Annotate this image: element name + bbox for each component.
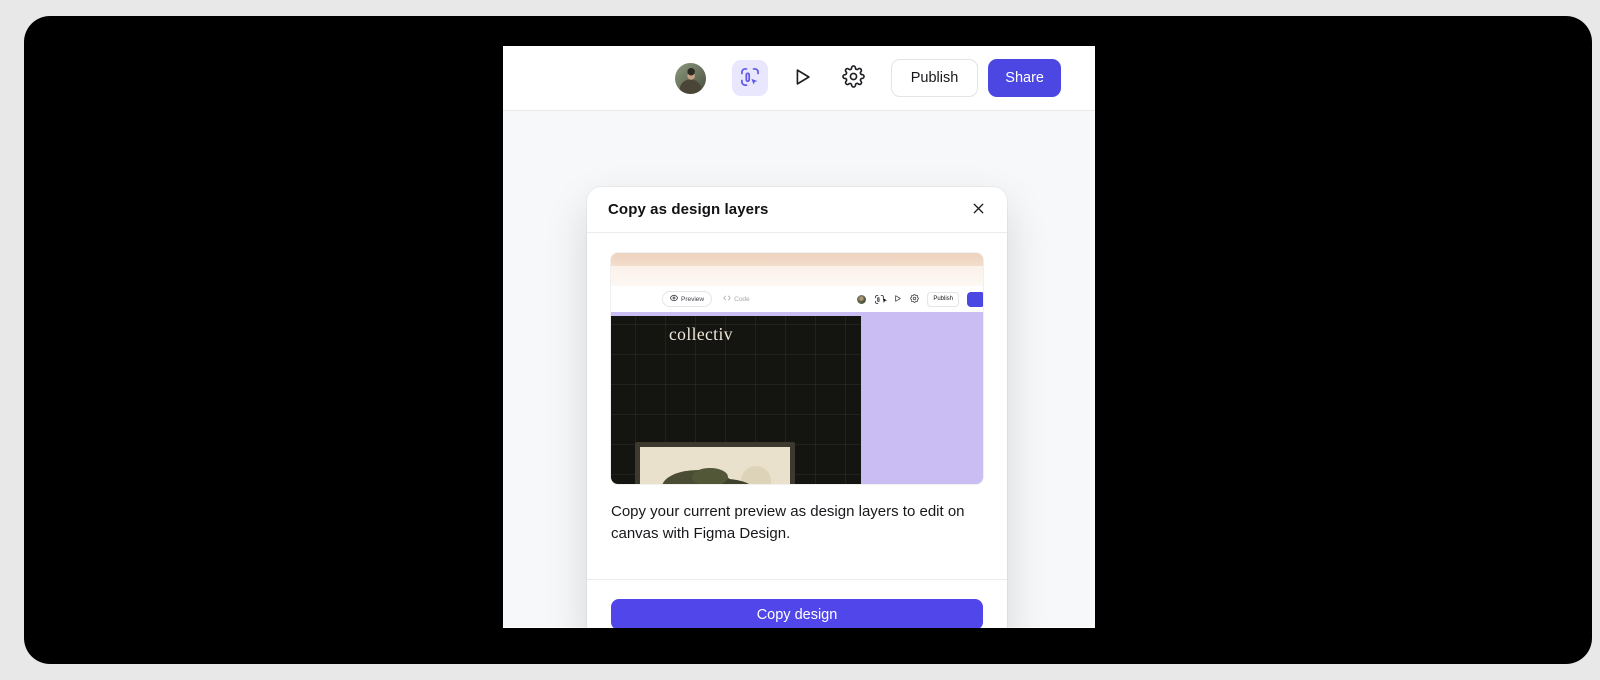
mini-publish-button: Publish — [927, 292, 959, 307]
preview-canvas-area: collectiv — [611, 312, 983, 484]
mini-code-label: Code — [734, 296, 750, 303]
code-icon — [723, 294, 731, 304]
app-window: Publish Share Copy as design layers — [503, 46, 1095, 628]
preview-framed-tree-art — [635, 442, 795, 484]
settings-button[interactable] — [836, 60, 872, 96]
play-icon — [791, 66, 813, 91]
mini-settings-gear-icon — [910, 290, 919, 308]
mini-code-tab: Code — [723, 294, 750, 304]
page-background: Publish Share Copy as design layers — [0, 0, 1600, 680]
copy-design-layers-modal: Copy as design layers — [587, 187, 1007, 628]
copy-as-design-layers-icon — [739, 66, 761, 91]
close-icon — [970, 200, 987, 220]
preview-hero-band — [611, 253, 983, 266]
mini-play-icon — [893, 290, 902, 308]
modal-close-button[interactable] — [963, 195, 993, 225]
mini-cursor-icon — [881, 293, 889, 311]
preview-mini-toolbar: Preview Code — [611, 286, 983, 312]
user-avatar[interactable] — [675, 63, 706, 94]
modal-description: Copy your current preview as design laye… — [611, 501, 983, 544]
mini-share-button-stub — [967, 292, 983, 307]
mini-copy-as-design-layers-icon — [874, 294, 885, 305]
design-preview-thumbnail: Preview Code — [611, 253, 983, 484]
modal-body: Preview Code — [587, 233, 1007, 579]
share-button[interactable]: Share — [988, 59, 1061, 97]
modal-title: Copy as design layers — [608, 201, 769, 218]
mini-preview-tab: Preview — [662, 291, 712, 307]
app-toolbar: Publish Share — [503, 46, 1095, 111]
run-preview-button[interactable] — [784, 60, 820, 96]
mini-user-avatar — [857, 295, 866, 304]
preview-brand-text: collectiv — [669, 324, 733, 345]
preview-cream-band — [611, 266, 983, 286]
eye-icon — [670, 294, 678, 304]
mini-toolbar-right: Publish — [857, 290, 973, 308]
app-content: Copy as design layers — [503, 111, 1095, 627]
copy-as-design-layers-button[interactable] — [732, 60, 768, 96]
modal-header: Copy as design layers — [587, 187, 1007, 233]
preview-dark-grid-panel: collectiv — [611, 316, 861, 484]
mini-preview-label: Preview — [681, 296, 704, 303]
modal-footer: Copy design — [587, 579, 1007, 628]
copy-design-button[interactable]: Copy design — [611, 599, 983, 628]
settings-gear-icon — [842, 65, 865, 91]
backdrop-frame: Publish Share Copy as design layers — [24, 16, 1592, 664]
publish-button[interactable]: Publish — [891, 59, 979, 97]
